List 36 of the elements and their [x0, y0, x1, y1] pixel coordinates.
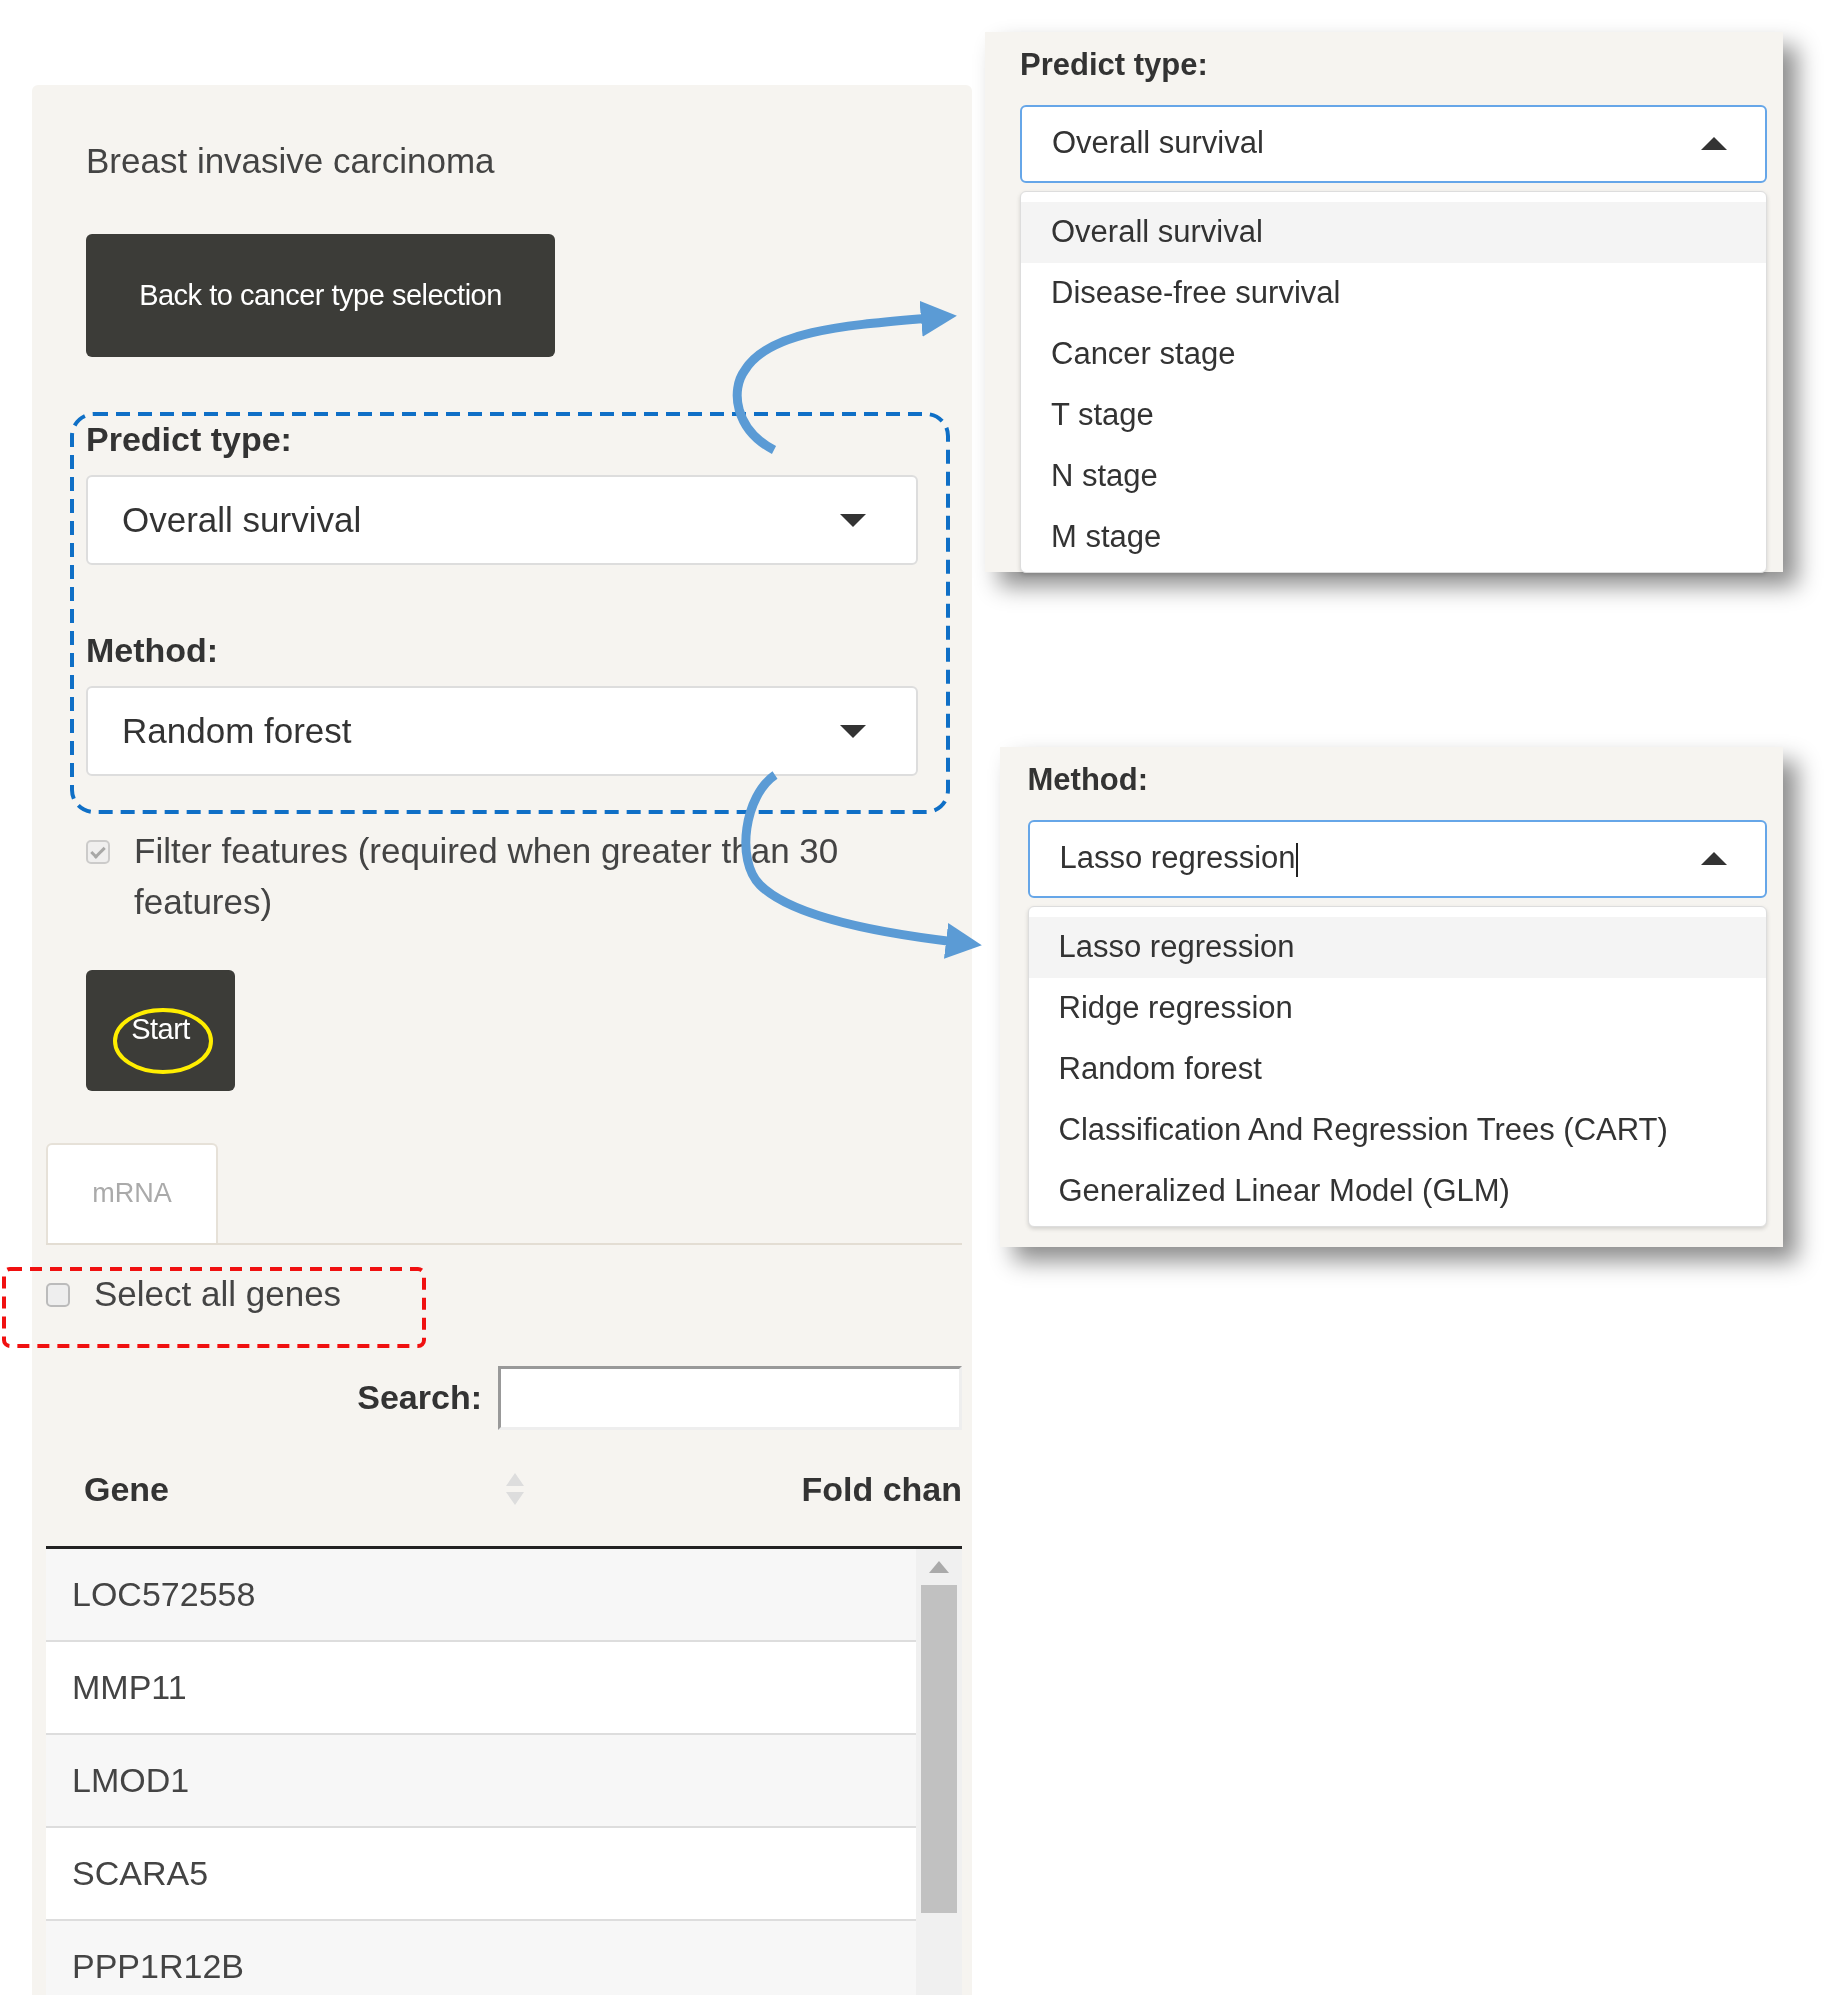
field-label: Predict type:: [1020, 46, 1209, 84]
dropdown-option[interactable]: Generalized Linear Model (GLM): [1028, 1160, 1766, 1222]
checkbox-label: Select all genes: [94, 1273, 342, 1316]
scrollbar-thumb[interactable]: [921, 1584, 957, 1913]
dropdown-option[interactable]: Classification And Regression Trees (CART): [1028, 1099, 1766, 1161]
field-label: Predict type:: [86, 419, 292, 460]
dropdown-option[interactable]: Random forest: [1028, 1038, 1766, 1100]
column-header[interactable]: Gene: [84, 1463, 170, 1515]
dropdown-select[interactable]: Random forest: [86, 686, 918, 776]
table-cell: SCARA5: [46, 1827, 916, 1921]
start-button[interactable]: Start: [86, 969, 235, 1091]
checkbox[interactable]: [46, 1282, 70, 1307]
table-cell: PPP1R12B: [46, 1920, 916, 1995]
back-button[interactable]: Back to cancer type selection: [86, 233, 555, 357]
search-field[interactable]: [498, 1365, 962, 1430]
dropdown-option[interactable]: T stage: [1021, 384, 1766, 446]
search-label: Search:: [357, 1377, 482, 1418]
dropdown-option[interactable]: Lasso regression: [1028, 916, 1766, 978]
dropdown-option[interactable]: N stage: [1021, 445, 1766, 507]
field-label: Method:: [86, 630, 219, 671]
column-header[interactable]: Fold chan: [801, 1463, 962, 1515]
table-cell: LOC572558: [46, 1548, 916, 1642]
dropdown-select[interactable]: Lasso regression: [1027, 819, 1767, 898]
dropdown-select[interactable]: Overall survival: [86, 475, 918, 565]
dropdown-select[interactable]: Overall survival: [1020, 104, 1767, 183]
field-label: Method:: [1027, 761, 1150, 799]
table-cell: LMOD1: [46, 1734, 916, 1828]
page-title: Breast invasive carcinoma: [86, 140, 495, 182]
dropdown-option[interactable]: Cancer stage: [1021, 323, 1766, 385]
dropdown-option[interactable]: Overall survival: [1021, 201, 1766, 263]
dropdown-option[interactable]: Ridge regression: [1028, 977, 1766, 1039]
sort-icon[interactable]: [506, 1473, 524, 1505]
table-cell: MMP11: [46, 1641, 916, 1735]
dropdown-option[interactable]: Disease-free survival: [1021, 262, 1766, 324]
dropdown-option[interactable]: M stage: [1021, 506, 1766, 568]
scroll-up-icon[interactable]: [929, 1560, 949, 1573]
